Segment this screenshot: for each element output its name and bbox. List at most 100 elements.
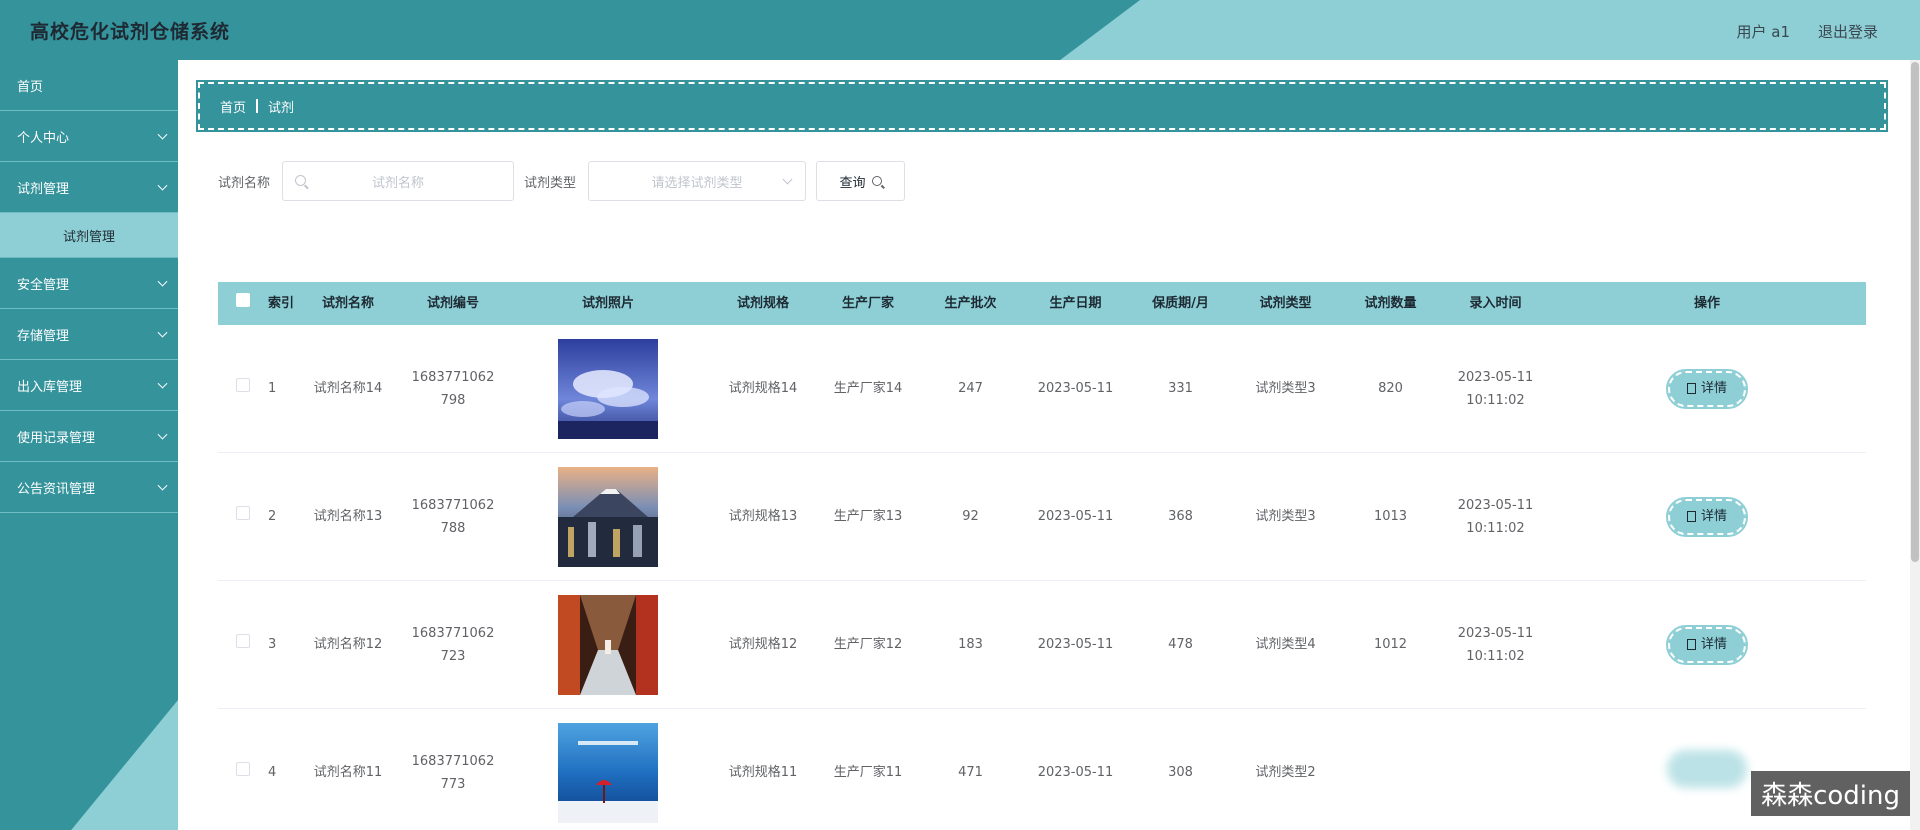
sidebar-item-personal-center[interactable]: 个人中心 xyxy=(0,111,178,162)
row-entry-clock: 10:11:02 xyxy=(1466,392,1525,408)
row-shelf-life: 368 xyxy=(1168,509,1193,524)
document-icon xyxy=(1686,639,1696,650)
row-shelf-life: 331 xyxy=(1168,381,1193,396)
detail-button-label: 详情 xyxy=(1700,381,1727,396)
row-spec: 试剂规格14 xyxy=(728,381,798,396)
row-batch: 471 xyxy=(958,765,983,780)
table-row: 4 试剂名称11 1683771062 773 试剂规格11 生产厂家11 471… xyxy=(218,709,1866,830)
sidebar-item-usage-records[interactable]: 使用记录管理 xyxy=(0,411,178,462)
col-index: 索引 xyxy=(268,296,295,311)
chevron-down-icon xyxy=(157,276,168,287)
row-index: 4 xyxy=(268,765,277,780)
row-spec: 试剂规格12 xyxy=(728,637,798,652)
reagent-photo[interactable] xyxy=(558,594,658,695)
row-type: 试剂类型3 xyxy=(1255,381,1316,396)
chevron-down-icon xyxy=(157,327,168,338)
row-qty: 1012 xyxy=(1373,637,1408,652)
row-index: 3 xyxy=(268,637,277,652)
sidebar-item-announcements[interactable]: 公告资讯管理 xyxy=(0,462,178,513)
breadcrumb-current: 试剂 xyxy=(268,100,295,116)
row-select-cell xyxy=(218,377,268,400)
query-button-label: 查询 xyxy=(839,175,866,191)
row-batch: 247 xyxy=(958,381,983,396)
row-maker: 生产厂家11 xyxy=(833,765,903,780)
col-actions: 操作 xyxy=(1693,296,1720,311)
reagent-photo[interactable] xyxy=(558,722,658,823)
row-actions: 详情 xyxy=(1548,496,1866,537)
breadcrumb: 首页 试剂 xyxy=(196,80,1888,132)
sidebar-item-label: 出入库管理 xyxy=(17,379,83,395)
col-maker: 生产厂家 xyxy=(841,296,894,311)
breadcrumb-separator xyxy=(256,99,259,113)
row-checkbox[interactable] xyxy=(236,506,250,520)
reagent-name-input[interactable]: 试剂名称 xyxy=(282,161,515,201)
row-code: 1683771062 773 xyxy=(398,750,508,796)
row-code-part2: 798 xyxy=(440,392,466,408)
sidebar-item-reagent-management[interactable]: 试剂管理 xyxy=(0,162,178,213)
row-photo-cell xyxy=(508,594,708,695)
row-shelf-life: 478 xyxy=(1168,637,1193,652)
reagent-type-select[interactable]: 请选择试剂类型 xyxy=(588,161,807,201)
row-code: 1683771062 788 xyxy=(398,494,508,540)
row-code-part1: 1683771062 xyxy=(411,753,495,769)
row-entry-date: 2023-05-11 xyxy=(1457,625,1534,641)
row-code-part2: 773 xyxy=(440,776,466,792)
breadcrumb-home[interactable]: 首页 xyxy=(220,97,246,116)
detail-button[interactable] xyxy=(1666,748,1748,789)
row-code-part2: 788 xyxy=(440,520,466,536)
row-maker: 生产厂家12 xyxy=(833,637,903,652)
chevron-down-icon xyxy=(157,378,168,389)
row-batch: 183 xyxy=(958,637,983,652)
sidebar-item-label: 存储管理 xyxy=(17,328,70,344)
row-date: 2023-05-11 xyxy=(1037,765,1114,780)
table-row: 1 试剂名称14 1683771062 798 试剂规格14 生产厂家14 247… xyxy=(218,325,1866,453)
reagent-photo[interactable] xyxy=(558,466,658,567)
row-entry-time: 2023-05-11 10:11:02 xyxy=(1443,366,1548,412)
row-select-cell xyxy=(218,505,268,528)
col-date: 生产日期 xyxy=(1049,296,1102,311)
scrollbar-thumb[interactable] xyxy=(1911,62,1919,562)
row-date: 2023-05-11 xyxy=(1037,509,1114,524)
detail-button-label: 详情 xyxy=(1700,637,1727,652)
row-checkbox[interactable] xyxy=(236,634,250,648)
reagent-name-label: 试剂名称 xyxy=(218,175,271,191)
row-type: 试剂类型4 xyxy=(1255,637,1316,652)
chevron-down-icon xyxy=(157,480,168,491)
col-qty: 试剂数量 xyxy=(1364,296,1417,311)
reagent-type-label: 试剂类型 xyxy=(524,175,577,191)
logout-link[interactable]: 退出登录 xyxy=(1818,21,1878,42)
select-all-checkbox[interactable] xyxy=(236,293,250,307)
submenu-item-reagent-management[interactable]: 试剂管理 xyxy=(0,213,178,258)
row-code: 1683771062 723 xyxy=(398,622,508,668)
query-button[interactable]: 查询 xyxy=(816,161,906,201)
col-spec: 试剂规格 xyxy=(736,296,789,311)
sidebar-item-inout-management[interactable]: 出入库管理 xyxy=(0,360,178,411)
detail-button[interactable]: 详情 xyxy=(1666,496,1748,537)
reagent-table: 索引 试剂名称 试剂编号 试剂照片 试剂规格 生产厂家 生产批次 生产日期 保质… xyxy=(218,282,1866,830)
row-checkbox[interactable] xyxy=(236,378,250,392)
sidebar-item-storage-management[interactable]: 存储管理 xyxy=(0,309,178,360)
row-photo-cell xyxy=(508,338,708,439)
row-photo-cell xyxy=(508,466,708,567)
row-entry-clock: 10:11:02 xyxy=(1466,520,1525,536)
row-code-part1: 1683771062 xyxy=(411,625,495,641)
sidebar-item-home[interactable]: 首页 xyxy=(0,60,178,111)
chevron-down-icon xyxy=(782,174,793,185)
detail-button[interactable]: 详情 xyxy=(1666,624,1748,665)
sidebar-item-label: 首页 xyxy=(17,79,44,95)
reagent-photo[interactable] xyxy=(558,338,658,439)
detail-button-label: 详情 xyxy=(1700,509,1727,524)
search-bar: 试剂名称 试剂名称 试剂类型 请选择试剂类型 查询 xyxy=(218,161,906,201)
detail-button[interactable]: 详情 xyxy=(1666,368,1748,409)
document-icon xyxy=(1686,511,1696,522)
sidebar-item-label: 个人中心 xyxy=(17,130,70,146)
row-type: 试剂类型3 xyxy=(1255,509,1316,524)
sidebar-item-safety-management[interactable]: 安全管理 xyxy=(0,258,178,309)
row-spec: 试剂规格13 xyxy=(728,509,798,524)
row-code-part2: 723 xyxy=(440,648,466,664)
row-code: 1683771062 798 xyxy=(398,366,508,412)
row-photo-cell xyxy=(508,722,708,823)
top-header: 高校危化试剂仓储系统 用户 a1 退出登录 xyxy=(0,0,1920,60)
current-user[interactable]: 用户 a1 xyxy=(1736,21,1790,42)
row-checkbox[interactable] xyxy=(236,762,250,776)
